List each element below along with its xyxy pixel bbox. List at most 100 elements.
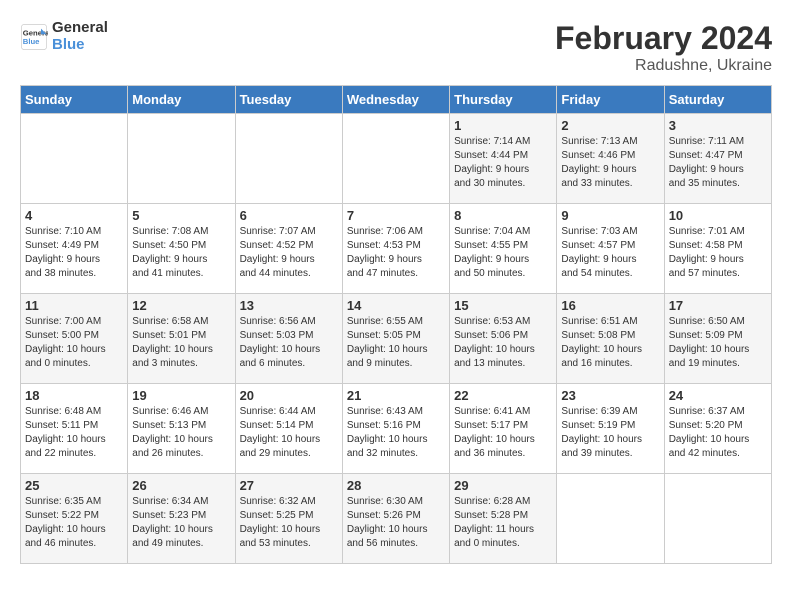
title-block: February 2024 Radushne, Ukraine xyxy=(555,20,772,75)
day-number: 4 xyxy=(25,208,123,223)
calendar-cell: 25Sunrise: 6:35 AMSunset: 5:22 PMDayligh… xyxy=(21,474,128,564)
day-number: 5 xyxy=(132,208,230,223)
week-row-3: 11 Sunrise: 7:00 AMSunset: 5:00 PMDayligh… xyxy=(21,294,772,384)
month-title: February 2024 xyxy=(555,20,772,57)
day-number: 22 xyxy=(454,388,552,403)
calendar-cell: 21 Sunrise: 6:43 AMSunset: 5:16 PMDayligh… xyxy=(342,384,449,474)
column-header-saturday: Saturday xyxy=(664,86,771,114)
day-info: Sunrise: 6:48 AMSunset: 5:11 PMDaylight:… xyxy=(25,405,123,461)
calendar-cell: 22 Sunrise: 6:41 AMSunset: 5:17 PMDayligh… xyxy=(450,384,557,474)
calendar-cell: 13Sunrise: 6:56 AMSunset: 5:03 PMDayligh… xyxy=(235,294,342,384)
logo-line1: General xyxy=(52,20,108,37)
svg-text:Blue: Blue xyxy=(23,37,40,46)
calendar-cell: 15 Sunrise: 6:53 AMSunset: 5:06 PMDayligh… xyxy=(450,294,557,384)
day-info: Sunrise: 7:11 AMSunset: 4:47 PMDaylight:… xyxy=(669,135,767,191)
logo: General Blue General Blue xyxy=(20,20,108,53)
day-info: Sunrise: 7:07 AMSunset: 4:52 PMDaylight:… xyxy=(240,225,338,281)
day-info: Sunrise: 7:13 AMSunset: 4:46 PMDaylight:… xyxy=(561,135,659,191)
logo-line2: Blue xyxy=(52,37,108,54)
calendar-cell: 9 Sunrise: 7:03 AMSunset: 4:57 PMDaylight… xyxy=(557,204,664,294)
calendar-cell: 24 Sunrise: 6:37 AMSunset: 5:20 PMDayligh… xyxy=(664,384,771,474)
calendar-cell: 5 Sunrise: 7:08 AMSunset: 4:50 PMDaylight… xyxy=(128,204,235,294)
day-info: Sunrise: 7:01 AMSunset: 4:58 PMDaylight:… xyxy=(669,225,767,281)
calendar-table: SundayMondayTuesdayWednesdayThursdayFrid… xyxy=(20,85,772,564)
day-info: Sunrise: 7:03 AMSunset: 4:57 PMDaylight:… xyxy=(561,225,659,281)
day-number: 23 xyxy=(561,388,659,403)
day-info: Sunrise: 6:28 AMSunset: 5:28 PMDaylight:… xyxy=(454,495,552,551)
day-number: 18 xyxy=(25,388,123,403)
day-number: 11 xyxy=(25,298,123,313)
column-header-wednesday: Wednesday xyxy=(342,86,449,114)
day-info: Sunrise: 7:04 AMSunset: 4:55 PMDaylight:… xyxy=(454,225,552,281)
day-number: 3 xyxy=(669,118,767,133)
day-number: 24 xyxy=(669,388,767,403)
day-info: Sunrise: 7:08 AMSunset: 4:50 PMDaylight:… xyxy=(132,225,230,281)
column-header-friday: Friday xyxy=(557,86,664,114)
day-number: 26 xyxy=(132,478,230,493)
calendar-cell xyxy=(21,114,128,204)
day-number: 8 xyxy=(454,208,552,223)
calendar-cell: 4 Sunrise: 7:10 AMSunset: 4:49 PMDaylight… xyxy=(21,204,128,294)
day-number: 29 xyxy=(454,478,552,493)
day-number: 17 xyxy=(669,298,767,313)
day-info: Sunrise: 6:50 AMSunset: 5:09 PMDaylight:… xyxy=(669,315,767,371)
calendar-cell: 2Sunrise: 7:13 AMSunset: 4:46 PMDaylight… xyxy=(557,114,664,204)
calendar-cell: 8 Sunrise: 7:04 AMSunset: 4:55 PMDaylight… xyxy=(450,204,557,294)
day-number: 27 xyxy=(240,478,338,493)
day-info: Sunrise: 6:55 AMSunset: 5:05 PMDaylight:… xyxy=(347,315,445,371)
day-info: Sunrise: 6:43 AMSunset: 5:16 PMDaylight:… xyxy=(347,405,445,461)
day-info: Sunrise: 6:41 AMSunset: 5:17 PMDaylight:… xyxy=(454,405,552,461)
day-info: Sunrise: 7:10 AMSunset: 4:49 PMDaylight:… xyxy=(25,225,123,281)
day-info: Sunrise: 7:06 AMSunset: 4:53 PMDaylight:… xyxy=(347,225,445,281)
calendar-cell: 27 Sunrise: 6:32 AMSunset: 5:25 PMDayligh… xyxy=(235,474,342,564)
calendar-cell: 17 Sunrise: 6:50 AMSunset: 5:09 PMDayligh… xyxy=(664,294,771,384)
week-row-1: 1 Sunrise: 7:14 AMSunset: 4:44 PMDaylight… xyxy=(21,114,772,204)
location-subtitle: Radushne, Ukraine xyxy=(555,57,772,75)
day-info: Sunrise: 7:00 AMSunset: 5:00 PMDaylight:… xyxy=(25,315,123,371)
calendar-cell: 28 Sunrise: 6:30 AMSunset: 5:26 PMDayligh… xyxy=(342,474,449,564)
calendar-cell: 29 Sunrise: 6:28 AMSunset: 5:28 PMDayligh… xyxy=(450,474,557,564)
calendar-cell xyxy=(235,114,342,204)
day-number: 6 xyxy=(240,208,338,223)
header-row: SundayMondayTuesdayWednesdayThursdayFrid… xyxy=(21,86,772,114)
day-number: 21 xyxy=(347,388,445,403)
day-info: Sunrise: 6:39 AMSunset: 5:19 PMDaylight:… xyxy=(561,405,659,461)
day-info: Sunrise: 6:35 AMSunset: 5:22 PMDaylight:… xyxy=(25,495,123,551)
day-number: 16 xyxy=(561,298,659,313)
day-info: Sunrise: 6:44 AMSunset: 5:14 PMDaylight:… xyxy=(240,405,338,461)
day-number: 9 xyxy=(561,208,659,223)
day-info: Sunrise: 6:37 AMSunset: 5:20 PMDaylight:… xyxy=(669,405,767,461)
calendar-cell: 11 Sunrise: 7:00 AMSunset: 5:00 PMDayligh… xyxy=(21,294,128,384)
calendar-cell xyxy=(128,114,235,204)
day-number: 1 xyxy=(454,118,552,133)
calendar-cell: 7 Sunrise: 7:06 AMSunset: 4:53 PMDaylight… xyxy=(342,204,449,294)
day-info: Sunrise: 6:34 AMSunset: 5:23 PMDaylight:… xyxy=(132,495,230,551)
column-header-thursday: Thursday xyxy=(450,86,557,114)
day-info: Sunrise: 6:51 AMSunset: 5:08 PMDaylight:… xyxy=(561,315,659,371)
logo-icon: General Blue xyxy=(20,23,48,51)
day-info: Sunrise: 6:46 AMSunset: 5:13 PMDaylight:… xyxy=(132,405,230,461)
week-row-2: 4 Sunrise: 7:10 AMSunset: 4:49 PMDaylight… xyxy=(21,204,772,294)
day-info: Sunrise: 6:30 AMSunset: 5:26 PMDaylight:… xyxy=(347,495,445,551)
calendar-cell: 20Sunrise: 6:44 AMSunset: 5:14 PMDayligh… xyxy=(235,384,342,474)
calendar-cell xyxy=(664,474,771,564)
calendar-cell: 6 Sunrise: 7:07 AMSunset: 4:52 PMDaylight… xyxy=(235,204,342,294)
page-header: General Blue General Blue February 2024 … xyxy=(20,20,772,75)
day-info: Sunrise: 7:14 AMSunset: 4:44 PMDaylight:… xyxy=(454,135,552,191)
column-header-monday: Monday xyxy=(128,86,235,114)
day-number: 15 xyxy=(454,298,552,313)
day-info: Sunrise: 6:53 AMSunset: 5:06 PMDaylight:… xyxy=(454,315,552,371)
calendar-cell: 19 Sunrise: 6:46 AMSunset: 5:13 PMDayligh… xyxy=(128,384,235,474)
calendar-cell: 18 Sunrise: 6:48 AMSunset: 5:11 PMDayligh… xyxy=(21,384,128,474)
calendar-cell: 23 Sunrise: 6:39 AMSunset: 5:19 PMDayligh… xyxy=(557,384,664,474)
calendar-cell: 14 Sunrise: 6:55 AMSunset: 5:05 PMDayligh… xyxy=(342,294,449,384)
calendar-cell xyxy=(342,114,449,204)
day-info: Sunrise: 6:56 AMSunset: 5:03 PMDaylight:… xyxy=(240,315,338,371)
day-number: 19 xyxy=(132,388,230,403)
day-info: Sunrise: 6:32 AMSunset: 5:25 PMDaylight:… xyxy=(240,495,338,551)
column-header-sunday: Sunday xyxy=(21,86,128,114)
day-number: 14 xyxy=(347,298,445,313)
calendar-cell: 10Sunrise: 7:01 AMSunset: 4:58 PMDayligh… xyxy=(664,204,771,294)
day-number: 7 xyxy=(347,208,445,223)
day-number: 28 xyxy=(347,478,445,493)
